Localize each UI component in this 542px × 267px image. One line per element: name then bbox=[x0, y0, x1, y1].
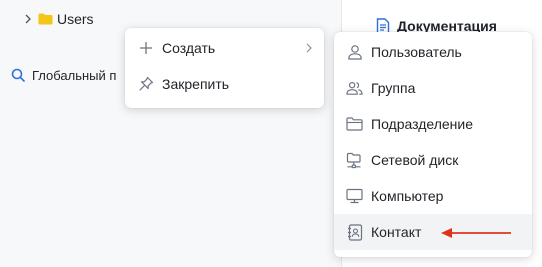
menu-item-pin[interactable]: Закрепить bbox=[125, 66, 324, 102]
submenu-item-computer[interactable]: Компьютер bbox=[334, 178, 532, 214]
app-window: Users Глобальный п Документация Создать bbox=[0, 0, 542, 267]
contact-card-icon bbox=[346, 223, 363, 241]
submenu-item-label: Компьютер bbox=[371, 188, 444, 204]
menu-item-create[interactable]: Создать bbox=[125, 30, 324, 66]
context-menu: Создать Закрепить bbox=[125, 28, 324, 108]
submenu-item-department[interactable]: Подразделение bbox=[334, 106, 532, 142]
group-icon bbox=[346, 80, 363, 97]
menu-item-label: Создать bbox=[162, 40, 216, 56]
folder-icon bbox=[38, 13, 53, 25]
monitor-icon bbox=[346, 188, 363, 205]
submenu-item-label: Пользователь bbox=[371, 44, 462, 60]
submenu-item-label: Подразделение bbox=[371, 116, 474, 132]
user-icon bbox=[346, 44, 363, 61]
network-drive-icon bbox=[346, 152, 363, 169]
submenu-item-group[interactable]: Группа bbox=[334, 70, 532, 106]
tree-item-users[interactable]: Users bbox=[22, 9, 94, 29]
submenu-item-label: Сетевой диск bbox=[371, 152, 459, 168]
chevron-right-icon bbox=[304, 42, 314, 54]
search-icon bbox=[11, 68, 25, 82]
annotation-arrow bbox=[441, 228, 511, 238]
pin-icon bbox=[137, 76, 154, 93]
tree-item-label: Users bbox=[57, 11, 94, 27]
folder-outline-icon bbox=[346, 116, 363, 133]
plus-icon bbox=[137, 40, 154, 57]
global-search-label: Глобальный п bbox=[32, 67, 117, 83]
submenu-item-label: Контакт bbox=[371, 224, 422, 240]
submenu-item-user[interactable]: Пользователь bbox=[334, 34, 532, 70]
submenu-item-label: Группа bbox=[371, 80, 416, 96]
create-submenu: Пользователь Группа Подразделение Сетево… bbox=[334, 32, 532, 257]
submenu-item-network-drive[interactable]: Сетевой диск bbox=[334, 142, 532, 178]
menu-item-label: Закрепить bbox=[162, 76, 230, 92]
chevron-right-icon[interactable] bbox=[22, 13, 34, 25]
global-search[interactable]: Глобальный п bbox=[11, 66, 116, 84]
